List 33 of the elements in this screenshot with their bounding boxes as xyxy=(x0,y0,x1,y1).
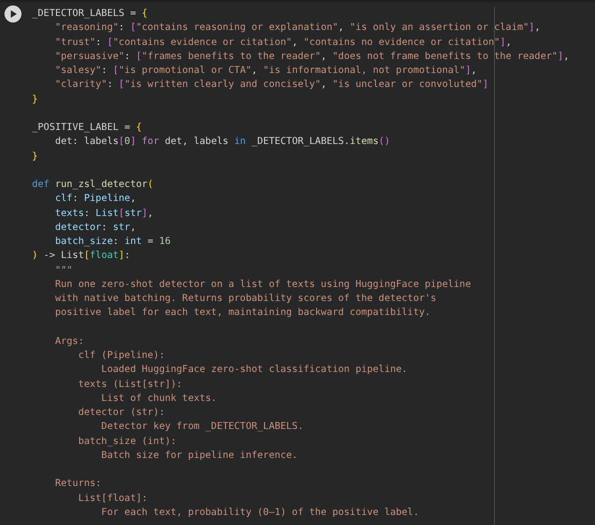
code-line: clf (Pipeline): xyxy=(77,349,166,363)
code-line: Detector key from _DETECTOR_LABELS. xyxy=(100,420,304,434)
code-line: "reasoning": ["contains reasoning or explanation", "is only an assertion or claim"], xyxy=(54,21,542,36)
code-line: def run_zsl_detector( xyxy=(32,178,154,192)
code-line: } xyxy=(32,150,39,164)
code-line: positive label for each text, maintaining backward compatibility. xyxy=(54,306,432,320)
code-line: clf: Pipeline, xyxy=(54,192,137,206)
code-line: detector: str, xyxy=(54,220,137,235)
code-line: "salesy": ["is promotional or CTA", "is informational, not promotional"], xyxy=(54,64,478,78)
code-line: For each text, probability (0–1) of the positive label. xyxy=(100,506,420,520)
code-line: """ xyxy=(54,264,74,278)
code-line: List[float]: xyxy=(77,492,149,506)
code-line: batch_size: int = 16 xyxy=(54,235,172,249)
code-line: texts: List[str], xyxy=(54,206,154,220)
code-line: "clarity": ["is written clearly and concisely", "is unclear or convoluted"] xyxy=(54,78,490,92)
code-line: batch_size (int): xyxy=(77,434,178,448)
code-line: _POSITIVE_LABEL = { xyxy=(32,121,143,135)
code-line: List of chunk texts. xyxy=(100,392,218,406)
code-line: "trust": ["contains evidence or citation", "contains no evidence or citation"], xyxy=(54,36,512,50)
code-line: Loaded HuggingFace zero-shot classification pipeline. xyxy=(100,363,408,378)
code-line: } xyxy=(32,92,39,106)
code-line: "persuasive": ["frames benefits to the reader", "does not frame benefits to the reader"], xyxy=(54,50,570,64)
code-line: Args: xyxy=(54,334,85,349)
code-line: with native batching. Returns probability scores of the detector's xyxy=(54,292,438,306)
code-line: Batch size for pipeline inference. xyxy=(100,448,299,463)
run-cell-button[interactable] xyxy=(4,5,22,23)
code-line: Returns: xyxy=(54,477,102,492)
code-line: Run one zero-shot detector on a list of texts using HuggingFace pipeline xyxy=(54,278,472,292)
code-line: ) -> List[float]: xyxy=(32,249,132,264)
code-line: det: labels[0] for det, labels in _DETECTOR_LABELS.items() xyxy=(54,135,392,150)
code-line: _DETECTOR_LABELS = { xyxy=(32,7,149,21)
code-line: detector (str): xyxy=(77,406,166,420)
code-line: texts (List[str]): xyxy=(77,378,184,392)
